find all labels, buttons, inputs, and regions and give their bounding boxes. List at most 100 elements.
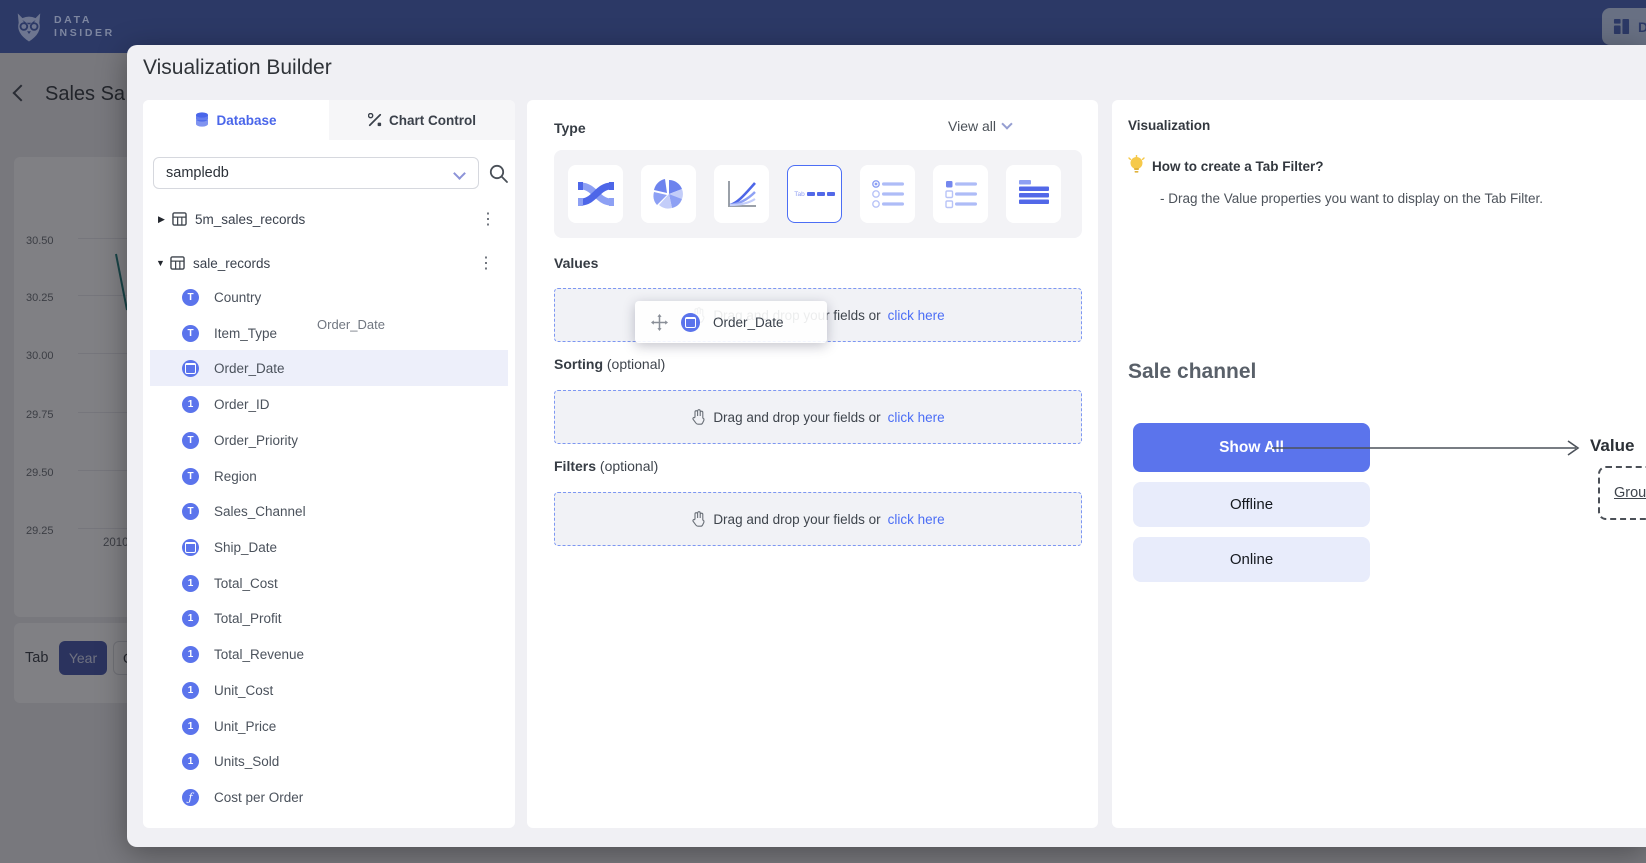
radio-list-icon: [871, 179, 905, 209]
chart-type-single-choice[interactable]: [860, 165, 915, 223]
chart-type-tab-filter-selected[interactable]: Tab: [787, 165, 842, 223]
chart-type-line[interactable]: [714, 165, 769, 223]
function-field-icon: ƒ: [182, 789, 199, 806]
field-row[interactable]: 1Total_Profit: [150, 600, 508, 636]
field-row[interactable]: 1Order_ID: [150, 386, 508, 422]
table-row-sale-records[interactable]: ▼ sale_records ⋮: [156, 248, 508, 278]
dashboard-button-label: D: [1638, 19, 1646, 35]
annotation-group-box: Group: [1598, 466, 1646, 520]
drag-source-text: Order_Date: [317, 317, 385, 332]
view-all-label: View all: [948, 118, 996, 134]
database-select-input[interactable]: [153, 157, 479, 189]
annotation-value-label: Value: [1590, 436, 1634, 456]
number-field-icon: 1: [182, 646, 199, 663]
tip-title: How to create a Tab Filter?: [1152, 159, 1324, 174]
preview-chart-title: Sale channel: [1128, 360, 1256, 384]
annotation-arrow: [1268, 436, 1590, 460]
drag-ghost-chip[interactable]: Order_Date: [635, 301, 827, 343]
dashboard-button[interactable]: D: [1602, 8, 1646, 45]
sorting-dropzone[interactable]: Drag and drop your fields or click here: [554, 390, 1082, 444]
visualization-label: Visualization: [1128, 118, 1210, 133]
kebab-menu-icon[interactable]: ⋮: [480, 209, 496, 229]
table-icon: [172, 212, 187, 226]
field-row[interactable]: 1Unit_Price: [150, 708, 508, 744]
text-field-icon: T: [182, 432, 199, 449]
text-field-icon: T: [182, 289, 199, 306]
tip-body: - Drag the Value properties you want to …: [1160, 191, 1543, 206]
drag-ghost-label: Order_Date: [713, 315, 784, 330]
sankey-chart-icon: [578, 179, 614, 209]
number-field-icon: 1: [182, 718, 199, 735]
line-chart-icon: [726, 179, 758, 209]
modal-title: Visualization Builder: [143, 56, 332, 80]
tab-database-label: Database: [216, 113, 276, 128]
filters-section-label: Filters (optional): [554, 458, 658, 474]
chart-type-pie[interactable]: [641, 165, 696, 223]
table-name: 5m_sales_records: [195, 212, 305, 227]
kebab-menu-icon[interactable]: ⋮: [478, 253, 494, 273]
search-icon[interactable]: [488, 163, 510, 185]
date-field-icon: [182, 360, 199, 377]
number-field-icon: 1: [182, 396, 199, 413]
click-here-link[interactable]: click here: [888, 512, 945, 527]
number-field-icon: 1: [182, 575, 199, 592]
table-row-5m-sales-records[interactable]: ▶ 5m_sales_records ⋮: [158, 204, 508, 234]
dropzone-placeholder: Drag and drop your fields or: [713, 512, 880, 527]
text-field-icon: T: [182, 503, 199, 520]
app-screen: Sales Sa 30.50 30.25 30.00 29.75 29.50 2…: [0, 0, 1646, 863]
field-row[interactable]: 1Units_Sold: [150, 743, 508, 779]
sorting-section-label: Sorting (optional): [554, 356, 665, 372]
number-field-icon: 1: [182, 753, 199, 770]
field-row[interactable]: 1Total_Cost: [150, 565, 508, 601]
date-field-icon: [681, 313, 700, 332]
field-row[interactable]: TSales_Channel: [150, 493, 508, 529]
values-section-label: Values: [554, 255, 598, 271]
dropzone-placeholder: Drag and drop your fields or: [713, 410, 880, 425]
tab-filter-offline-button[interactable]: Offline: [1133, 482, 1370, 527]
chart-type-multi-choice[interactable]: [933, 165, 988, 223]
tab-database[interactable]: Database: [143, 100, 329, 140]
drag-hand-icon: [691, 409, 706, 425]
field-row[interactable]: TOrder_Priority: [150, 422, 508, 458]
annotation-group-link[interactable]: Group: [1614, 485, 1646, 501]
field-row[interactable]: ƒCost per Order: [150, 779, 508, 815]
chart-type-table[interactable]: [1006, 165, 1061, 223]
field-row[interactable]: TCountry: [150, 279, 508, 315]
tab-filter-online-button[interactable]: Online: [1133, 537, 1370, 582]
brand-logo: DATA INSIDER: [14, 10, 115, 43]
chart-type-sankey[interactable]: [568, 165, 623, 223]
lightbulb-icon: [1127, 155, 1146, 175]
database-icon: [195, 112, 209, 128]
type-section-label: Type: [554, 120, 586, 136]
number-field-icon: 1: [182, 610, 199, 627]
tab-chart-control[interactable]: Chart Control: [329, 100, 515, 140]
brand-text: DATA INSIDER: [54, 14, 115, 40]
field-row[interactable]: 1Unit_Cost: [150, 672, 508, 708]
date-field-icon: [182, 539, 199, 556]
pie-chart-icon: [653, 178, 685, 210]
drag-hand-icon: [691, 511, 706, 527]
owl-logo-icon: [14, 10, 44, 43]
click-here-link[interactable]: click here: [888, 308, 945, 323]
dashboard-layout-icon: [1613, 18, 1630, 35]
data-table-icon: [1017, 179, 1051, 209]
field-row[interactable]: TRegion: [150, 458, 508, 494]
caret-collapsed-icon[interactable]: ▶: [158, 214, 172, 225]
text-field-icon: T: [182, 468, 199, 485]
filters-dropzone[interactable]: Drag and drop your fields or click here: [554, 492, 1082, 546]
click-here-link[interactable]: click here: [888, 410, 945, 425]
table-name: sale_records: [193, 256, 270, 271]
chevron-down-icon: [1001, 118, 1012, 129]
chart-type-strip: Tab: [554, 150, 1082, 238]
move-icon: [651, 314, 668, 331]
field-row-order-date-selected[interactable]: Order_Date: [150, 350, 508, 386]
field-row[interactable]: Ship_Date: [150, 529, 508, 565]
tab-filter-icon: Tab: [794, 191, 834, 198]
tab-chart-control-label: Chart Control: [389, 113, 476, 128]
text-field-icon: T: [182, 325, 199, 342]
number-field-icon: 1: [182, 682, 199, 699]
checkbox-list-icon: [944, 179, 978, 209]
view-all-button[interactable]: View all: [948, 118, 1011, 134]
caret-expanded-icon[interactable]: ▼: [156, 258, 170, 268]
field-row[interactable]: 1Total_Revenue: [150, 636, 508, 672]
